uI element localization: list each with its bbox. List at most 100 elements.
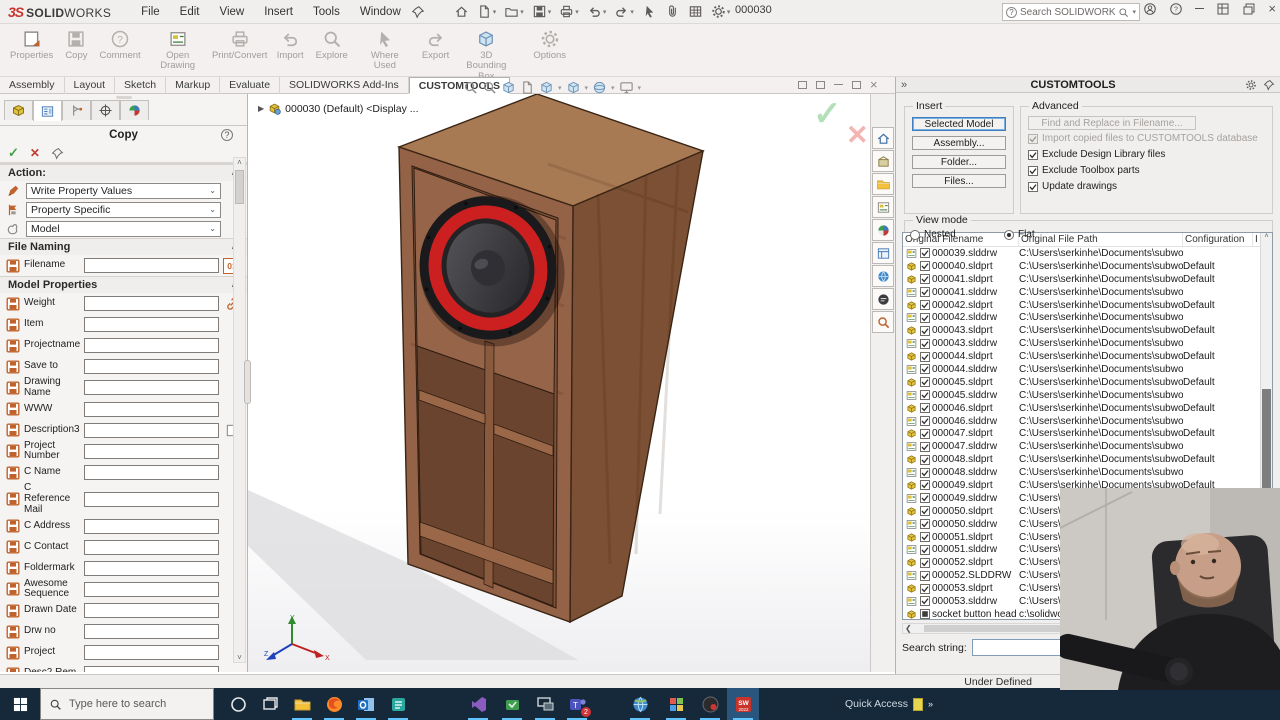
chevron-down-icon[interactable]: ▾ <box>638 84 642 92</box>
chevron-down-icon[interactable]: ▾ <box>611 84 615 92</box>
zoom-fit-icon[interactable] <box>463 80 478 95</box>
table-row[interactable]: 000047.sldprtC:\Users\serkinhe\Documents… <box>903 427 1272 440</box>
view-palette-tab[interactable] <box>872 196 894 218</box>
menu-view[interactable]: View <box>212 3 253 21</box>
checkbox-icon[interactable] <box>920 558 930 568</box>
keep-visible-pin-icon[interactable] <box>51 147 64 160</box>
design-library-tab[interactable] <box>872 150 894 172</box>
display-manager-tab[interactable] <box>120 100 149 120</box>
outlook-app[interactable] <box>350 688 382 720</box>
checkbox-icon[interactable] <box>920 584 930 594</box>
scene-icon[interactable] <box>619 80 634 95</box>
table-row[interactable]: 000041.sldprtC:\Users\serkinhe\Documents… <box>903 273 1272 286</box>
checkbox-icon[interactable] <box>920 468 930 478</box>
table-row[interactable]: 000044.sldprtC:\Users\serkinhe\Documents… <box>903 350 1272 363</box>
attachment-button[interactable] <box>662 2 683 21</box>
field-drw-no-input[interactable] <box>84 624 219 639</box>
display-style-icon[interactable] <box>539 80 554 95</box>
field-weight-input[interactable] <box>84 296 219 311</box>
menu-edit[interactable]: Edit <box>172 3 208 21</box>
field-foldermark-input[interactable] <box>84 561 219 576</box>
chevron-down-icon[interactable]: ▾ <box>585 84 589 92</box>
checkbox-icon[interactable] <box>920 377 930 387</box>
ribbon-button-open-drawing[interactable]: Open Drawing <box>147 24 209 73</box>
open-button[interactable]: ▾ <box>501 2 527 21</box>
action-dropdown-0[interactable]: Write Property Values⌄ <box>26 183 221 199</box>
firefox-app[interactable] <box>318 688 350 720</box>
ribbon-button-import[interactable]: Import <box>271 24 310 62</box>
help-icon[interactable]: ? <box>221 129 233 141</box>
design-table-button[interactable] <box>685 2 706 21</box>
table-row[interactable]: 000046.sldprtC:\Users\serkinhe\Documents… <box>903 402 1272 415</box>
file-explorer-app[interactable] <box>286 688 318 720</box>
taskbar-search-box[interactable]: Type here to search <box>40 688 214 720</box>
table-row[interactable]: 000042.slddrwC:\Users\serkinhe\Documents… <box>903 311 1272 324</box>
pdm-tab[interactable] <box>872 265 894 287</box>
graphics-viewport[interactable]: ▶ 000030 (Default) <Display ... ✓ ✕ <box>248 94 870 672</box>
customtools-tab[interactable] <box>872 311 894 333</box>
checkbox-icon[interactable] <box>920 480 930 490</box>
save-button[interactable]: ▾ <box>529 2 555 21</box>
minimize-icon[interactable] <box>1195 8 1204 9</box>
table-row[interactable]: 000045.slddrwC:\Users\serkinhe\Documents… <box>903 389 1272 402</box>
cortana-app[interactable] <box>222 688 254 720</box>
radio-flat[interactable]: Flat <box>1004 229 1035 240</box>
popout-icon[interactable] <box>1242 2 1256 16</box>
tab-evaluate[interactable]: Evaluate <box>220 77 280 94</box>
doc-restore-icon[interactable] <box>852 81 861 89</box>
field-c-address-input[interactable] <box>84 519 219 534</box>
settings-button[interactable]: ▾ <box>708 2 734 21</box>
solidworks-2022-app[interactable]: SW2022 <box>727 688 759 720</box>
expand-arrow-icon[interactable]: ▶ <box>258 104 264 113</box>
doc-close-icon[interactable]: × <box>870 80 878 90</box>
chevron-down-icon[interactable]: ▾ <box>575 8 579 16</box>
field-save-to-input[interactable] <box>84 359 219 374</box>
menu-window[interactable]: Window <box>352 3 409 21</box>
tab-solidworks-add-ins[interactable]: SOLIDWORKS Add-Ins <box>280 77 409 94</box>
pin-icon[interactable] <box>411 5 425 19</box>
checkbox-icon[interactable] <box>920 493 930 503</box>
help-icon[interactable]: ? <box>1169 2 1183 16</box>
cancel-x-icon[interactable]: ✕ <box>30 146 40 160</box>
chevron-down-icon[interactable]: ▾ <box>630 8 634 16</box>
doc-minimize-icon[interactable] <box>834 84 843 85</box>
ribbon-button-options[interactable]: Options <box>527 24 572 62</box>
checkbox-icon[interactable] <box>920 339 930 349</box>
field-item-input[interactable] <box>84 317 219 332</box>
table-row[interactable]: 000043.slddrwC:\Users\serkinhe\Documents… <box>903 337 1272 350</box>
package-app-app[interactable] <box>496 688 528 720</box>
checkbox-exclude-design-library-files[interactable]: Exclude Design Library files <box>1028 149 1165 160</box>
ribbon-button-properties[interactable]: Properties <box>4 24 59 62</box>
ribbon-button-export[interactable]: Export <box>416 24 455 62</box>
chevron-down-icon[interactable]: ▾ <box>493 8 497 16</box>
checkbox-icon[interactable] <box>920 416 930 426</box>
section-header-model-properties[interactable]: Model Properties ˄ <box>0 276 247 293</box>
user-icon[interactable] <box>1143 2 1157 16</box>
confirmation-corner-cancel-icon[interactable]: ✕ <box>846 120 869 151</box>
menu-file[interactable]: File <box>133 3 168 21</box>
checkbox-icon[interactable] <box>920 429 930 439</box>
field-description3-input[interactable] <box>84 423 219 438</box>
configuration-tab[interactable] <box>62 100 91 120</box>
restore-icon[interactable] <box>1216 2 1230 16</box>
resources-home-tab[interactable] <box>872 127 894 149</box>
checkbox-icon[interactable] <box>920 313 930 323</box>
redo-button[interactable]: ▾ <box>611 2 637 21</box>
appearances-tab[interactable] <box>872 219 894 241</box>
remote-desktop-app[interactable] <box>529 688 561 720</box>
insert-folder--button[interactable]: Folder... <box>912 155 1006 169</box>
scrollbar-thumb[interactable] <box>235 170 244 204</box>
column-header-3[interactable]: Configuration <box>1183 233 1253 246</box>
checkbox-exclude-toolbox-parts[interactable]: Exclude Toolbox parts <box>1028 165 1140 176</box>
checkbox-icon[interactable] <box>920 274 930 284</box>
checkbox-icon[interactable] <box>920 609 930 619</box>
checkbox-update-drawings[interactable]: Update drawings <box>1028 181 1117 192</box>
gear-icon[interactable] <box>1245 79 1257 91</box>
new-document-button[interactable]: ▾ <box>474 2 500 21</box>
chevron-down-icon[interactable]: ▾ <box>520 8 524 16</box>
table-row[interactable]: 000040.sldprtC:\Users\serkinhe\Documents… <box>903 260 1272 273</box>
section-header-file-naming[interactable]: File Naming ˄ <box>0 238 247 255</box>
undo-button[interactable]: ▾ <box>584 2 610 21</box>
checkbox-icon[interactable] <box>920 300 930 310</box>
table-row[interactable]: 000042.sldprtC:\Users\serkinhe\Documents… <box>903 299 1272 312</box>
